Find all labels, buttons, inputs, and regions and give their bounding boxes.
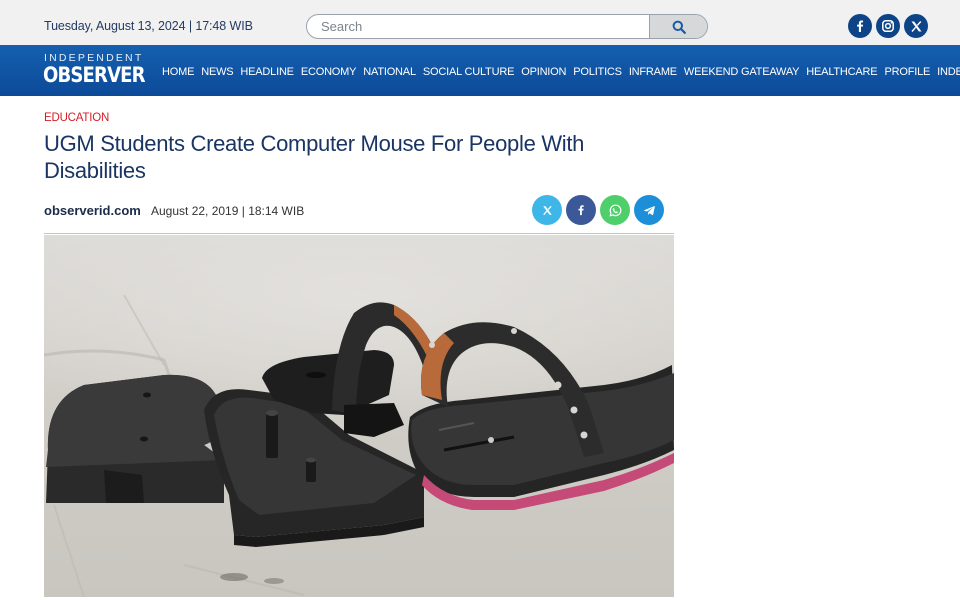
nav-item-profile[interactable]: PROFILE <box>884 66 930 78</box>
current-date: Tuesday, August 13, 2024 | 17:48 WIB <box>44 19 253 33</box>
share-telegram-button[interactable] <box>634 195 664 225</box>
article-title: UGM Students Create Computer Mouse For P… <box>44 131 585 183</box>
nav-item-opinion[interactable]: OPINION <box>521 66 566 78</box>
nav-item-healthcare[interactable]: HEALTHCARE <box>806 66 877 78</box>
nav-item-social-culture[interactable]: SOCIAL CULTURE <box>423 66 515 78</box>
nav-item-economy[interactable]: ECONOMY <box>301 66 357 78</box>
article-source[interactable]: observerid.com <box>44 203 141 218</box>
x-link[interactable] <box>904 14 928 38</box>
share-x-button[interactable] <box>532 195 562 225</box>
whatsapp-icon <box>608 204 621 217</box>
facebook-link[interactable] <box>848 14 872 38</box>
x-icon <box>542 205 552 215</box>
instagram-icon <box>882 20 894 32</box>
nav-item-headline[interactable]: HEADLINE <box>240 66 294 78</box>
search-box[interactable] <box>306 14 708 39</box>
article-category[interactable]: EDUCATION <box>44 112 109 124</box>
nav-item-index[interactable]: INDEX <box>937 66 960 78</box>
x-icon <box>910 20 921 32</box>
article-photo <box>44 235 674 597</box>
site-logo[interactable]: INDEPENDENT OBSERVER <box>43 52 146 92</box>
nav-item-news[interactable]: NEWS <box>201 66 233 78</box>
article-date: August 22, 2019 | 18:14 WIB <box>151 204 305 218</box>
nav-item-national[interactable]: NATIONAL <box>363 66 416 78</box>
share-facebook-button[interactable] <box>566 195 596 225</box>
nav-item-inframe[interactable]: INFRAME <box>629 66 677 78</box>
article-image <box>44 235 674 597</box>
instagram-link[interactable] <box>876 14 900 38</box>
nav-item-weekend-gateaway[interactable]: WEEKEND GATEAWAY <box>684 66 800 78</box>
search-icon <box>672 20 686 34</box>
search-button[interactable] <box>649 15 707 38</box>
facebook-icon <box>578 205 584 216</box>
nav-menu: HOME NEWS HEADLINE ECONOMY NATIONAL SOCI… <box>162 66 960 78</box>
search-input[interactable] <box>307 15 650 38</box>
share-whatsapp-button[interactable] <box>600 195 630 225</box>
logo-wordmark: OBSERVER <box>43 63 146 87</box>
telegram-icon <box>643 205 655 215</box>
nav-item-politics[interactable]: POLITICS <box>573 66 622 78</box>
nav-item-home[interactable]: HOME <box>162 66 194 78</box>
top-bar: Tuesday, August 13, 2024 | 17:48 WIB <box>0 0 960 45</box>
header-divider <box>44 233 674 234</box>
facebook-icon <box>857 20 864 32</box>
